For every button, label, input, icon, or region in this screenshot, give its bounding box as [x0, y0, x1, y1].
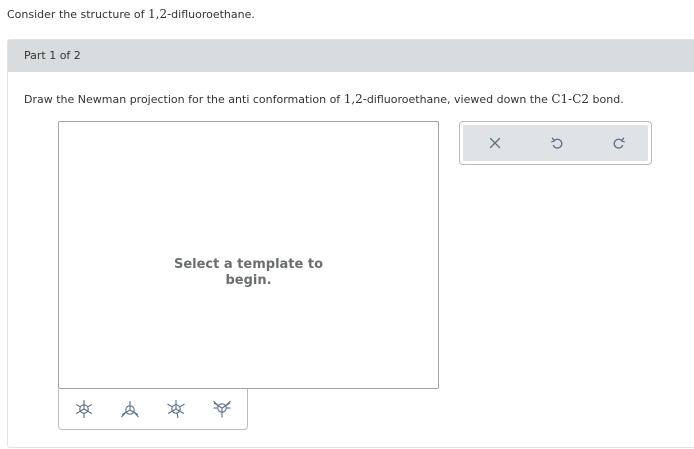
question-part-2: difluoroethane, viewed down the	[366, 93, 552, 106]
intro-prefix: Consider the structure of	[7, 8, 149, 21]
redo-button[interactable]	[610, 134, 628, 152]
toolbar	[459, 121, 652, 165]
intro-compound-number: 1,2-	[148, 7, 172, 21]
question-part-3: bond.	[589, 93, 624, 106]
redo-icon	[613, 137, 625, 149]
canvas-prompt-line-2: begin.	[225, 273, 272, 288]
drawing-canvas[interactable]: Select a template to begin.	[58, 121, 439, 389]
canvas-prompt-line-1: Select a template to	[173, 257, 323, 272]
template-eclipsed-button[interactable]	[165, 398, 187, 420]
template-staggered-button[interactable]	[73, 398, 95, 420]
template-alternate-button[interactable]	[211, 398, 233, 420]
undo-button[interactable]	[548, 134, 566, 152]
undo-icon	[551, 137, 563, 149]
clear-button[interactable]	[486, 134, 504, 152]
part-title: Part 1 of 2	[24, 49, 81, 62]
question-text: Draw the Newman projection for the anti …	[24, 91, 624, 108]
newman-eclipsed-icon	[167, 400, 185, 419]
toolbar-inner	[463, 125, 648, 161]
newman-partial-icon	[121, 401, 139, 418]
canvas-prompt: Select a template to begin.	[59, 257, 438, 289]
question-compound-number: 1,2-	[343, 92, 367, 106]
question-part-1: Draw the Newman projection for the anti …	[24, 93, 344, 106]
question-bond: C1-C2	[551, 92, 590, 106]
template-partial-button[interactable]	[119, 398, 141, 420]
template-bar	[58, 389, 248, 430]
intro-suffix: difluoroethane.	[171, 8, 255, 21]
part-header: Part 1 of 2	[8, 40, 694, 72]
newman-staggered-icon	[75, 400, 93, 418]
newman-alternate-icon	[213, 400, 231, 418]
close-icon	[489, 137, 501, 149]
intro-text: Consider the structure of 1,2-difluoroet…	[7, 6, 255, 23]
part-card: Part 1 of 2 Draw the Newman projection f…	[7, 39, 694, 448]
